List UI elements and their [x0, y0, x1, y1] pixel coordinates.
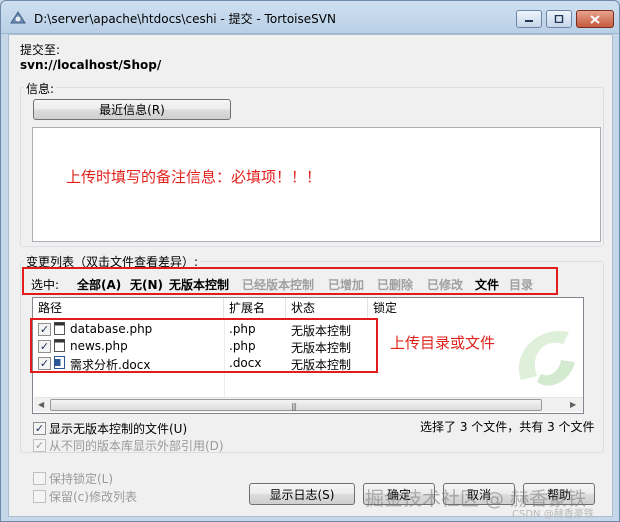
commit-dialog-window: D:\server\apache\htdocs\ceshi - 提交 - Tor… — [0, 0, 620, 522]
grip-icon: ||| — [291, 402, 297, 411]
file-rows-highlight-box — [30, 318, 378, 373]
filter-label: 选中: — [31, 278, 60, 292]
list-horizontal-scrollbar[interactable]: ◀ ||| ▶ — [34, 397, 583, 412]
tortoisesvn-app-icon — [10, 11, 26, 24]
column-header-path[interactable]: 路径 — [33, 298, 224, 319]
show-unversioned-checkbox[interactable]: ✓ — [33, 422, 46, 435]
scrollbar-thumb[interactable]: ||| — [50, 399, 542, 411]
filter-bar: 选中: 全部(A) 无(N) 无版本控制 已经版本控制 已增加 已删除 已修改 … — [31, 276, 551, 292]
selection-summary: 选择了 3 个文件，共有 3 个文件 — [420, 420, 595, 434]
filter-directories[interactable]: 目录 — [509, 276, 533, 293]
filter-added[interactable]: 已增加 — [328, 276, 364, 293]
scroll-right-icon[interactable]: ▶ — [570, 400, 576, 409]
minimize-button[interactable] — [516, 10, 542, 28]
filter-none[interactable]: 无(N) — [130, 276, 163, 293]
show-externals-checkbox[interactable]: ✓ — [33, 439, 46, 452]
file-annotation-text: 上传目录或文件 — [390, 334, 496, 352]
commit-to-url: svn://localhost/Shop/ — [20, 58, 162, 72]
tortoise-logo-icon — [519, 330, 575, 386]
column-header-lock[interactable]: 锁定 — [368, 298, 583, 319]
close-button[interactable] — [576, 10, 614, 28]
minimize-icon — [525, 20, 533, 22]
recent-messages-button[interactable]: 最近信息(R) — [33, 99, 231, 120]
filter-all[interactable]: 全部(A) — [77, 276, 121, 293]
keep-locks-label: 保持锁定(L) — [49, 472, 114, 486]
message-group-label: 信息: — [24, 80, 57, 97]
filter-files[interactable]: 文件 — [475, 276, 499, 293]
close-icon — [590, 14, 600, 24]
filter-unversioned[interactable]: 无版本控制 — [169, 276, 229, 293]
show-log-button[interactable]: 显示日志(S) — [249, 483, 355, 505]
keep-changelists-label: 保留(c)修改列表 — [49, 490, 137, 504]
maximize-icon — [554, 15, 564, 23]
keep-changelists-checkbox[interactable] — [33, 490, 46, 503]
keep-locks-checkbox[interactable] — [33, 472, 46, 485]
maximize-button[interactable] — [546, 10, 572, 28]
column-header-status[interactable]: 状态 — [286, 298, 368, 319]
message-text: 上传时填写的备注信息：必填项！！！ — [66, 168, 322, 186]
filter-deleted[interactable]: 已删除 — [377, 276, 413, 293]
title-bar[interactable]: D:\server\apache\htdocs\ceshi - 提交 - Tor… — [1, 1, 619, 34]
dialog-client-area: 提交至: svn://localhost/Shop/ 信息: 最近信息(R) 上… — [8, 34, 613, 520]
window-title: D:\server\apache\htdocs\ceshi - 提交 - Tor… — [34, 12, 336, 26]
show-unversioned-label: 显示无版本控制的文件(U) — [49, 422, 188, 436]
filter-modified[interactable]: 已修改 — [427, 276, 463, 293]
filter-versioned[interactable]: 已经版本控制 — [242, 276, 314, 293]
message-textarea[interactable]: 上传时填写的备注信息：必填项！！！ — [32, 127, 601, 242]
column-header-extension[interactable]: 扩展名 — [224, 298, 286, 319]
scroll-left-icon[interactable]: ◀ — [38, 400, 44, 409]
show-externals-label: 从不同的版本库显示外部引用(D) — [49, 439, 224, 453]
watermark-small-text: CSDN @赫香豪铁 — [512, 509, 594, 520]
commit-to-label: 提交至: — [20, 43, 61, 57]
